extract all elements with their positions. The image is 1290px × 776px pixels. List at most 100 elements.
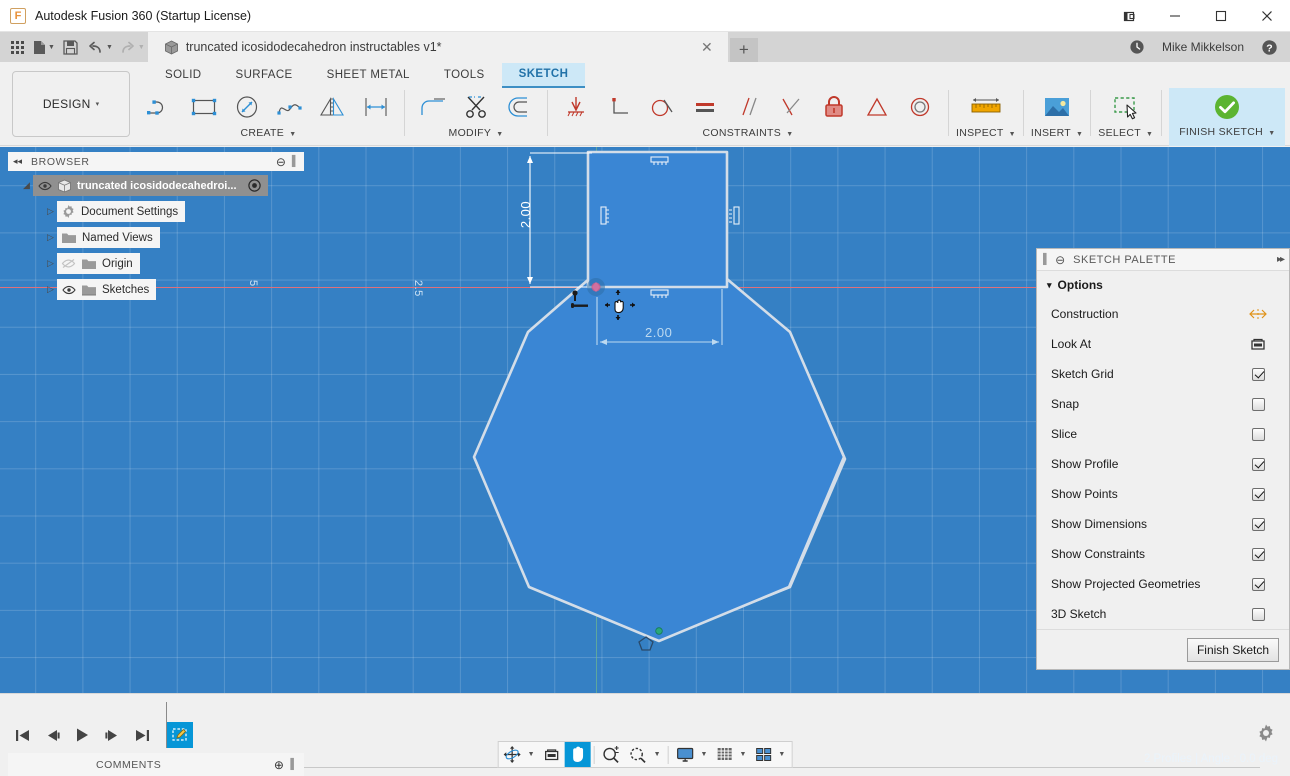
panel-grip[interactable]: ▌ (1043, 254, 1050, 265)
tree-row-root[interactable]: ◢ truncated icosidodecahedroi... (8, 174, 304, 197)
fix-lock-icon[interactable] (813, 88, 855, 126)
parallel-icon[interactable] (727, 88, 769, 126)
ribbon-group-label-select[interactable]: SELECT ▼ (1098, 127, 1153, 139)
chevron-down-icon[interactable]: ▼ (701, 751, 708, 758)
option-row-show-projected-geometries[interactable]: Show Projected Geometries (1037, 569, 1289, 599)
option-row-3d-sketch[interactable]: 3D Sketch (1037, 599, 1289, 629)
viewports-button[interactable] (750, 742, 776, 767)
expand-arrow-icon[interactable]: ▷ (44, 206, 57, 217)
option-row-snap[interactable]: Snap (1037, 389, 1289, 419)
visibility-eye-icon[interactable] (61, 285, 76, 295)
horizontal-dimension-value[interactable]: 2.00 (645, 325, 672, 340)
concentric-icon[interactable] (899, 88, 941, 126)
tab-sketch[interactable]: SKETCH (501, 62, 586, 88)
tree-row-sketches[interactable]: ▷ Sketches (8, 278, 304, 301)
sketch-dimension-icon[interactable] (355, 88, 397, 126)
chevron-down-icon[interactable]: ▼ (739, 751, 746, 758)
show-projected-geometries-checkbox[interactable] (1251, 577, 1265, 591)
zoom-button[interactable] (598, 742, 625, 767)
ribbon-group-label-constraints[interactable]: CONSTRAINTS ▼ (702, 127, 793, 139)
option-row-show-points[interactable]: Show Points (1037, 479, 1289, 509)
sketch-grid-checkbox[interactable] (1251, 367, 1265, 381)
coincident-ground-icon[interactable] (555, 88, 597, 126)
chevron-down-icon[interactable]: ▼ (778, 751, 785, 758)
maximize-button[interactable] (1198, 0, 1244, 32)
finish-sketch-check-icon[interactable] (1206, 88, 1248, 126)
visibility-eye-off-icon[interactable] (61, 258, 76, 269)
option-row-show-profile[interactable]: Show Profile (1037, 449, 1289, 479)
chevron-down-icon[interactable]: ▼ (654, 751, 661, 758)
tab-tools[interactable]: TOOLS (427, 64, 502, 87)
show-dimensions-checkbox[interactable] (1251, 517, 1265, 531)
slice-checkbox[interactable] (1251, 427, 1265, 441)
ribbon-group-label-create[interactable]: CREATE ▼ (240, 127, 296, 139)
sketch-line-icon[interactable] (140, 88, 182, 126)
add-comment-icon[interactable]: ⊕ (274, 758, 285, 772)
snap-checkbox[interactable] (1251, 397, 1265, 411)
option-row-sketch-grid[interactable]: Sketch Grid (1037, 359, 1289, 389)
tab-surface[interactable]: SURFACE (219, 64, 310, 87)
option-row-show-dimensions[interactable]: Show Dimensions (1037, 509, 1289, 539)
sidebar-item-sketches[interactable]: Sketches (57, 279, 157, 300)
3d-sketch-checkbox[interactable] (1251, 607, 1265, 621)
look-at-button[interactable] (539, 742, 565, 767)
expand-arrow-icon[interactable]: ▷ (44, 232, 57, 243)
expand-arrow-icon[interactable]: ▷ (44, 258, 57, 269)
equal-icon[interactable] (684, 88, 726, 126)
finish-sketch-button[interactable]: Finish Sketch (1186, 637, 1279, 662)
collapse-icon[interactable]: ⊖ (1055, 253, 1065, 267)
perpendicular-icon[interactable] (598, 88, 640, 126)
tree-row-origin[interactable]: ▷ Origin (8, 252, 304, 275)
workspace-switcher[interactable]: DESIGN ▾ (12, 71, 130, 137)
tangent-icon[interactable] (641, 88, 683, 126)
vertical-dimension-value[interactable]: 2.00 (518, 201, 533, 228)
panel-grip[interactable]: ▌ (292, 156, 299, 167)
restore-down-icon[interactable] (1106, 0, 1152, 32)
ribbon-group-label-insert[interactable]: INSERT ▼ (1031, 127, 1083, 139)
grid-snap-button[interactable] (711, 742, 737, 767)
help-question-icon[interactable]: ? (1256, 34, 1282, 60)
symmetry-icon[interactable] (856, 88, 898, 126)
look-at-camera-icon[interactable] (1243, 337, 1273, 352)
ribbon-group-label-inspect[interactable]: INSPECT ▼ (956, 127, 1016, 139)
option-row-show-constraints[interactable]: Show Constraints (1037, 539, 1289, 569)
option-row-slice[interactable]: Slice (1037, 419, 1289, 449)
new-file-button[interactable]: ▼ (30, 34, 58, 60)
add-tab-button[interactable]: + (729, 38, 758, 62)
option-row-look-at[interactable]: Look At (1037, 329, 1289, 359)
pan-button[interactable] (564, 742, 591, 767)
offset-icon[interactable] (498, 88, 540, 126)
panel-grip[interactable]: ▌ (290, 759, 298, 770)
user-name-label[interactable]: Mike Mikkelson (1154, 40, 1252, 54)
display-settings-button[interactable] (672, 742, 699, 767)
option-row-construction[interactable]: Construction (1037, 299, 1289, 329)
options-section-header[interactable]: ▾ Options (1037, 271, 1289, 299)
timeline-feature-sketch[interactable] (167, 722, 193, 748)
close-icon[interactable]: ✕ (698, 39, 716, 56)
measure-ruler-icon[interactable] (965, 88, 1007, 126)
tree-row-document-settings[interactable]: ▷ Document Settings (8, 200, 304, 223)
ribbon-group-label-modify[interactable]: MODIFY ▼ (449, 127, 504, 139)
clock-icon[interactable] (1124, 34, 1150, 60)
fillet-icon[interactable] (412, 88, 454, 126)
tab-sheet-metal[interactable]: SHEET METAL (310, 64, 427, 87)
collinear-icon[interactable] (770, 88, 812, 126)
go-to-end-button[interactable] (132, 723, 153, 747)
minimize-panel-icon[interactable]: ⊖ (276, 155, 286, 169)
tree-row-named-views[interactable]: ▷ Named Views (8, 226, 304, 249)
sidebar-item-named-views[interactable]: Named Views (57, 227, 160, 248)
redo-button[interactable]: ▼ (116, 34, 148, 60)
circle-icon[interactable] (226, 88, 268, 126)
insert-image-icon[interactable] (1036, 88, 1078, 126)
go-to-beginning-button[interactable] (12, 723, 33, 747)
chevron-down-icon[interactable]: ▼ (528, 751, 535, 758)
sidebar-item-document-settings[interactable]: Document Settings (57, 201, 186, 222)
tab-solid[interactable]: SOLID (148, 64, 219, 87)
timeline-settings-button[interactable] (1256, 723, 1290, 748)
minimize-button[interactable] (1152, 0, 1198, 32)
mirror-icon[interactable] (312, 88, 354, 126)
step-back-button[interactable] (42, 723, 63, 747)
app-grid-button[interactable] (4, 34, 30, 60)
undo-button[interactable]: ▼ (84, 34, 116, 60)
timeline-playhead[interactable] (166, 702, 167, 748)
